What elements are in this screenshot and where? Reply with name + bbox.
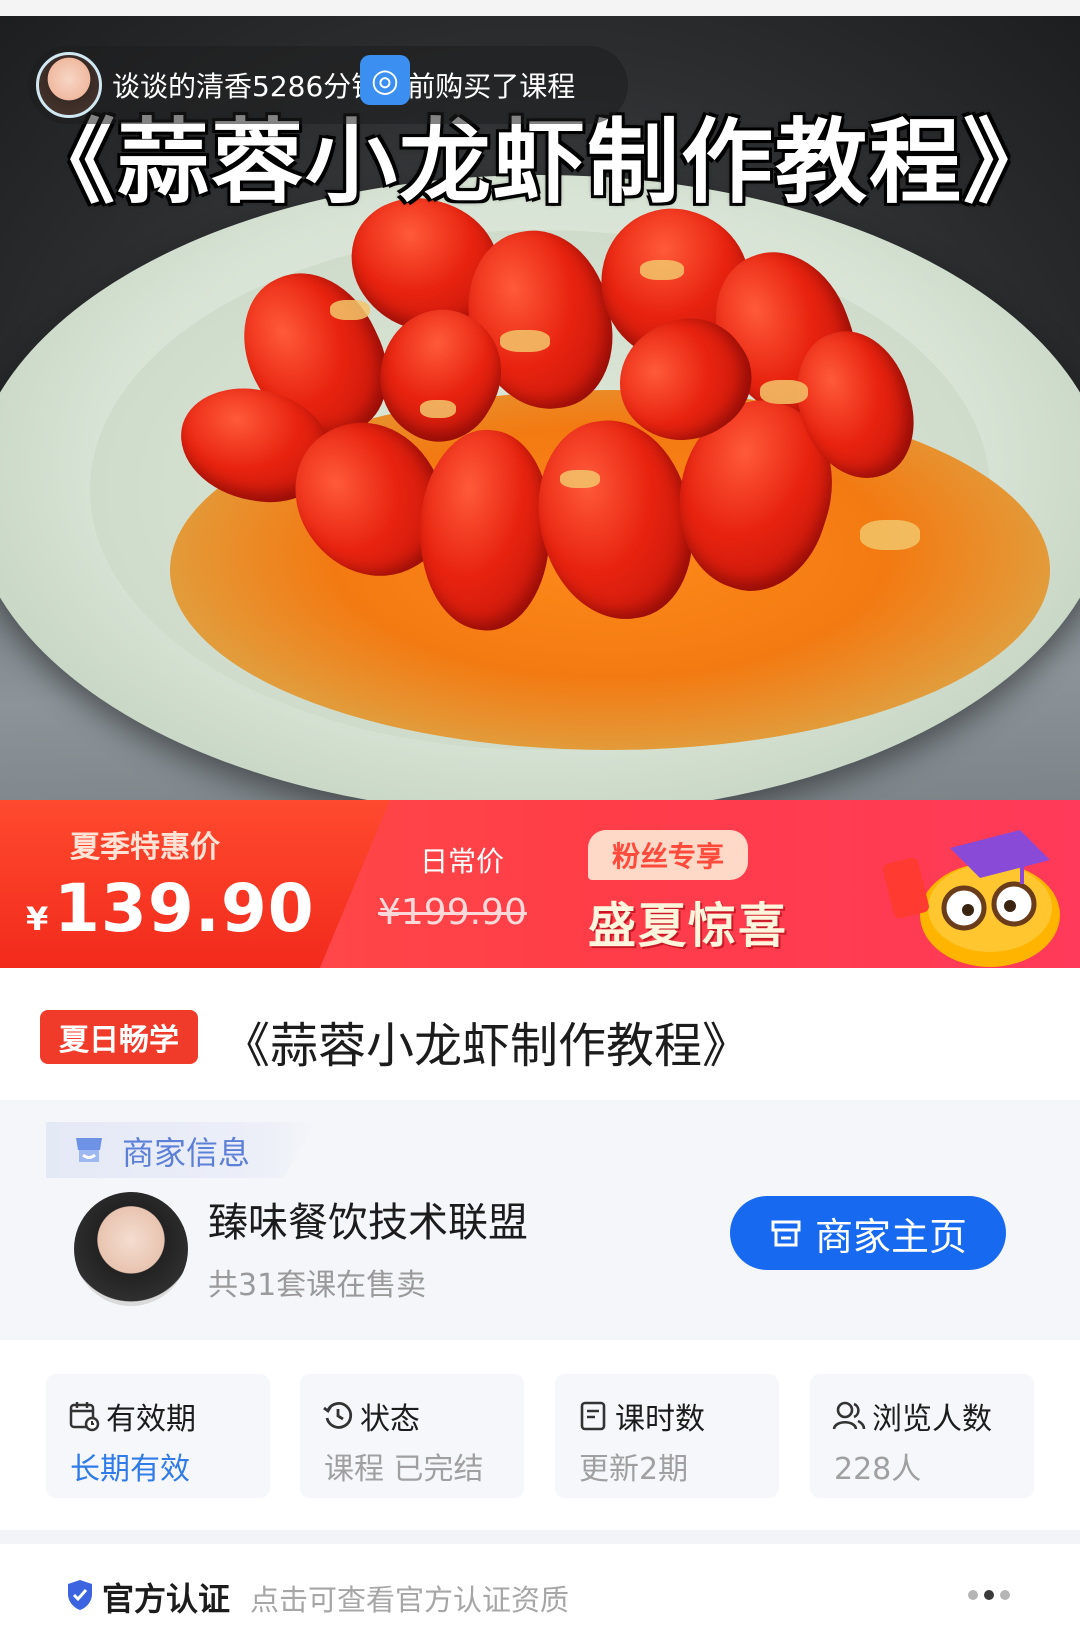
shield-icon: [68, 1580, 92, 1610]
certification-description: 点击可查看官方认证资质: [250, 1583, 570, 1617]
sale-price: 139.90: [54, 870, 315, 947]
stat-title: 浏览人数: [872, 1402, 992, 1437]
regular-price: ¥199.90: [378, 892, 527, 933]
mascot-icon: [883, 830, 1060, 967]
stat-status: 状态 课程 已完结: [300, 1374, 524, 1498]
merchant-home-label: 商家主页: [814, 1214, 967, 1259]
stat-value: 228人: [834, 1452, 922, 1487]
stat-value: 课程 已完结: [324, 1452, 484, 1487]
merchant-course-count: 共31套课在售卖: [208, 1268, 427, 1303]
top-strip: [0, 0, 1080, 16]
merchant-name[interactable]: 臻味餐饮技术联盟: [208, 1190, 528, 1248]
stat-title: 有效期: [106, 1402, 196, 1437]
stat-title: 状态: [360, 1402, 420, 1437]
buyer-avatar: [36, 52, 102, 118]
stat-lessons: 课时数 更新2期: [555, 1374, 779, 1498]
official-certification-row[interactable]: 官方认证 点击可查看官方认证资质: [0, 1544, 1080, 1650]
recent-buyer-notice: 谈谈的清香5286分钟之前购买了课程: [28, 46, 628, 124]
watermark-icon: ◎: [360, 55, 410, 105]
more-icon[interactable]: [968, 1590, 1010, 1600]
calendar-icon: [69, 1402, 100, 1432]
merchant-avatar[interactable]: [74, 1192, 188, 1306]
section-divider: [0, 1530, 1080, 1544]
promo-text: 盛夏惊喜: [588, 898, 789, 954]
users-icon: [832, 1401, 866, 1430]
stat-title: 课时数: [615, 1402, 705, 1437]
regular-price-label: 日常价: [420, 845, 505, 878]
price-banner: 夏季特惠价 ¥ 139.90 日常价 ¥199.90 粉丝专享 盛夏惊喜: [0, 800, 1080, 968]
course-cover-image[interactable]: 《蒜蓉小龙虾制作教程》 谈谈的清香5286分钟之前购买了课程 ◎: [0, 0, 1080, 800]
summer-tag: 夏日畅学: [40, 1010, 198, 1064]
buyer-notice-text: 谈谈的清香5286分钟之前购买了课程: [112, 70, 576, 103]
course-title-row: 夏日畅学 《蒜蓉小龙虾制作教程》: [0, 968, 1080, 1078]
stat-value: 长期有效: [70, 1452, 190, 1487]
stat-validity: 有效期 长期有效: [46, 1374, 270, 1498]
store-icon: [76, 1138, 102, 1162]
certification-label: 官方认证: [102, 1580, 231, 1618]
document-icon: [580, 1401, 606, 1431]
course-title: 《蒜蓉小龙虾制作教程》: [222, 1018, 751, 1074]
fans-exclusive-badge: 粉丝专享: [588, 830, 748, 880]
shop-icon: [771, 1220, 801, 1247]
merchant-section-label: 商家信息: [122, 1134, 251, 1172]
course-stats: 有效期 长期有效 状态 课程 已完结 课时数 更新2期 浏览人数 228人: [0, 1340, 1080, 1530]
merchant-card: 商家信息 臻味餐饮技术联盟 共31套课在售卖 商家主页: [0, 1100, 1080, 1340]
merchant-home-button[interactable]: 商家主页: [730, 1196, 1006, 1270]
sale-price-label: 夏季特惠价: [70, 830, 220, 865]
history-icon: [323, 1402, 353, 1429]
currency-symbol: ¥: [26, 900, 49, 938]
stat-viewers: 浏览人数 228人: [810, 1374, 1034, 1498]
stat-value: 更新2期: [579, 1452, 689, 1487]
